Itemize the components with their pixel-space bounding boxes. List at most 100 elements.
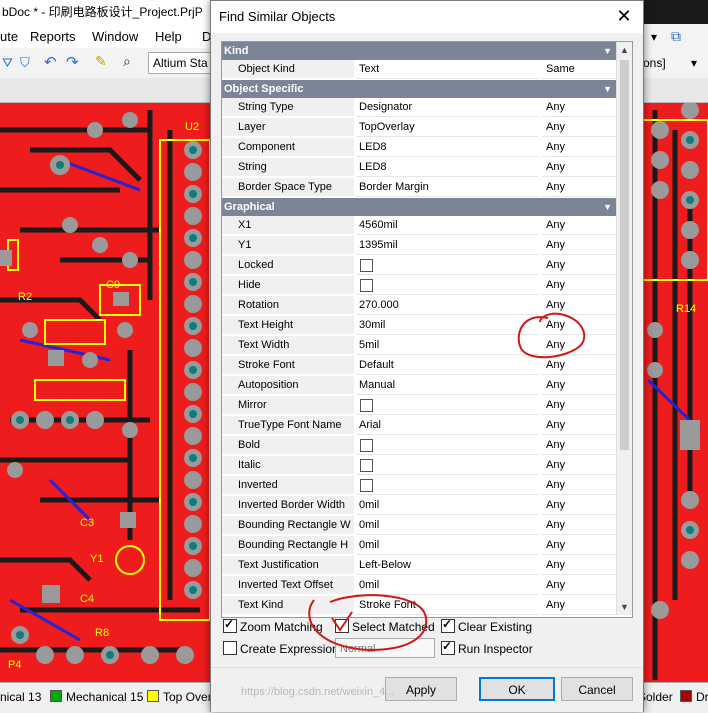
property-name: Autoposition [222,376,354,395]
checkbox-box[interactable] [223,617,237,633]
apply-button[interactable]: Apply [385,677,457,701]
match-mode-cell[interactable]: Any [542,516,616,535]
property-name: Inverted Text Offset [222,576,354,595]
property-row: Italic Any [222,456,616,476]
wand-icon[interactable]: ✎ [95,53,107,70]
mask-mode-combo[interactable]: Normal [335,638,435,658]
dialog-title: Find Similar Objects [219,9,336,24]
match-mode-cell[interactable]: Any [542,356,616,375]
match-mode-cell[interactable]: Any [542,158,616,177]
property-name: Inverted [222,476,354,495]
match-mode-cell[interactable]: Any [542,596,616,615]
match-mode-cell[interactable]: Any [542,576,616,595]
match-mode-cell[interactable]: Any [542,98,616,117]
match-mode-cell[interactable]: Any [542,276,616,295]
menu-item-reports[interactable]: Reports [30,29,76,44]
match-mode-cell[interactable]: Any [542,416,616,435]
property-row: Border Space Type Border Margin Any [222,178,616,198]
run-inspector-checkbox[interactable]: Run Inspector [441,639,533,656]
redo-icon[interactable]: ↷ [66,53,79,71]
match-mode-cell[interactable]: Any [542,396,616,415]
scroll-down-icon[interactable]: ▼ [617,599,632,615]
property-name: Bounding Rectangle W [222,516,354,535]
collapse-chevron-icon[interactable]: ▼ [603,80,612,98]
match-mode-cell[interactable]: Any [542,476,616,495]
match-mode-cell[interactable]: Any [542,376,616,395]
property-value-text: 270.000 [359,299,399,311]
collapse-chevron-icon[interactable]: ▼ [603,42,612,60]
category-header[interactable]: Kind ▼ [222,42,616,60]
document-tab-strip [0,78,210,103]
zoom-matching-checkbox[interactable]: Zoom Matching [223,617,323,634]
pcb-label-y1: Y1 [90,553,103,565]
property-value-text: 5mil [359,339,380,351]
layer-tab-mechanical13[interactable]: nical 13 [0,690,41,704]
menu-item-route[interactable]: ute [0,29,18,44]
vertical-scrollbar[interactable]: ▲ ▼ [616,42,632,615]
property-value: 4560mil [356,216,539,235]
create-expression-checkbox[interactable]: Create Expression [223,641,339,656]
filter-icon[interactable]: ⛛ [2,55,13,71]
combo-arrow-icon[interactable]: ▾ [691,56,697,70]
property-value: Manual [356,376,539,395]
match-mode-cell[interactable]: Any [542,256,616,275]
close-icon[interactable]: ✕ [613,5,635,27]
property-value: Arial [356,416,539,435]
category-header[interactable]: Object Specific ▼ [222,80,616,98]
menu-item-help[interactable]: Help [155,29,182,44]
collapse-chevron-icon[interactable]: ▼ [603,198,612,216]
find-similar-objects-dialog: Find Similar Objects ✕ Kind ▼ Object Kind T… [210,0,644,712]
checkbox-box[interactable] [335,619,349,633]
layer-tab-drill[interactable]: Dr [680,690,708,704]
layout-icon[interactable]: ⧉ [671,28,681,45]
property-name: Component [222,138,354,157]
checkbox-box[interactable] [223,641,237,655]
property-name: String Type [222,98,354,117]
dropdown-arrow-icon[interactable]: ▾ [651,30,657,44]
property-row: Bold Any [222,436,616,456]
match-mode-cell[interactable]: Any [542,316,616,335]
property-name: Object Kind [222,60,354,79]
clear-existing-checkbox[interactable]: Clear Existing [441,617,532,634]
ok-button[interactable]: OK [479,677,555,701]
layer-tab-top-overlay[interactable]: Top Over [147,690,212,704]
property-value: 0mil [356,576,539,595]
layer-tab-mechanical15[interactable]: Mechanical 15 [50,690,143,704]
select-matched-checkbox[interactable]: Select Matched [335,619,435,634]
property-value-text: LED8 [359,141,387,153]
match-mode-cell[interactable]: Any [542,536,616,555]
match-mode-cell[interactable]: Any [542,118,616,137]
property-name: Border Space Type [222,178,354,197]
checkbox-box[interactable] [441,639,455,655]
property-name: Bounding Rectangle H [222,536,354,555]
dialog-title-bar: Find Similar Objects ✕ [211,1,643,33]
match-mode-cell[interactable]: Any [542,178,616,197]
match-mode-cell[interactable]: Same [542,60,616,79]
watermark: https://blog.csdn.net/weixin_4... [241,686,395,698]
match-mode-cell[interactable]: Any [542,236,616,255]
menu-item-window[interactable]: Window [92,29,138,44]
match-mode-cell[interactable]: Any [542,296,616,315]
undo-icon[interactable]: ↶ [44,53,57,71]
scroll-thumb[interactable] [620,60,629,450]
right-combo[interactable]: ons] [643,56,666,70]
match-mode-cell[interactable]: Any [542,138,616,157]
match-mode-cell[interactable]: Any [542,496,616,515]
match-mode-cell[interactable]: Any [542,336,616,355]
filter-clear-icon[interactable]: ⛉ [20,55,30,71]
scroll-up-icon[interactable]: ▲ [617,42,632,58]
match-mode-cell[interactable]: Any [542,436,616,455]
property-value-text: Border Margin [359,181,429,193]
match-mode-cell[interactable]: Any [542,216,616,235]
property-name: Text Kind [222,596,354,615]
property-name: Bold [222,436,354,455]
category-header[interactable]: Graphical ▼ [222,198,616,216]
inspect-icon[interactable]: ⌕ [123,53,131,70]
cancel-button[interactable]: Cancel [561,677,633,701]
checkbox-box[interactable] [441,617,455,633]
match-mode-cell[interactable]: Any [542,456,616,475]
property-value: 0mil [356,516,539,535]
property-value: 0mil [356,536,539,555]
match-mode-cell[interactable]: Any [542,556,616,575]
property-value: 270.000 [356,296,539,315]
